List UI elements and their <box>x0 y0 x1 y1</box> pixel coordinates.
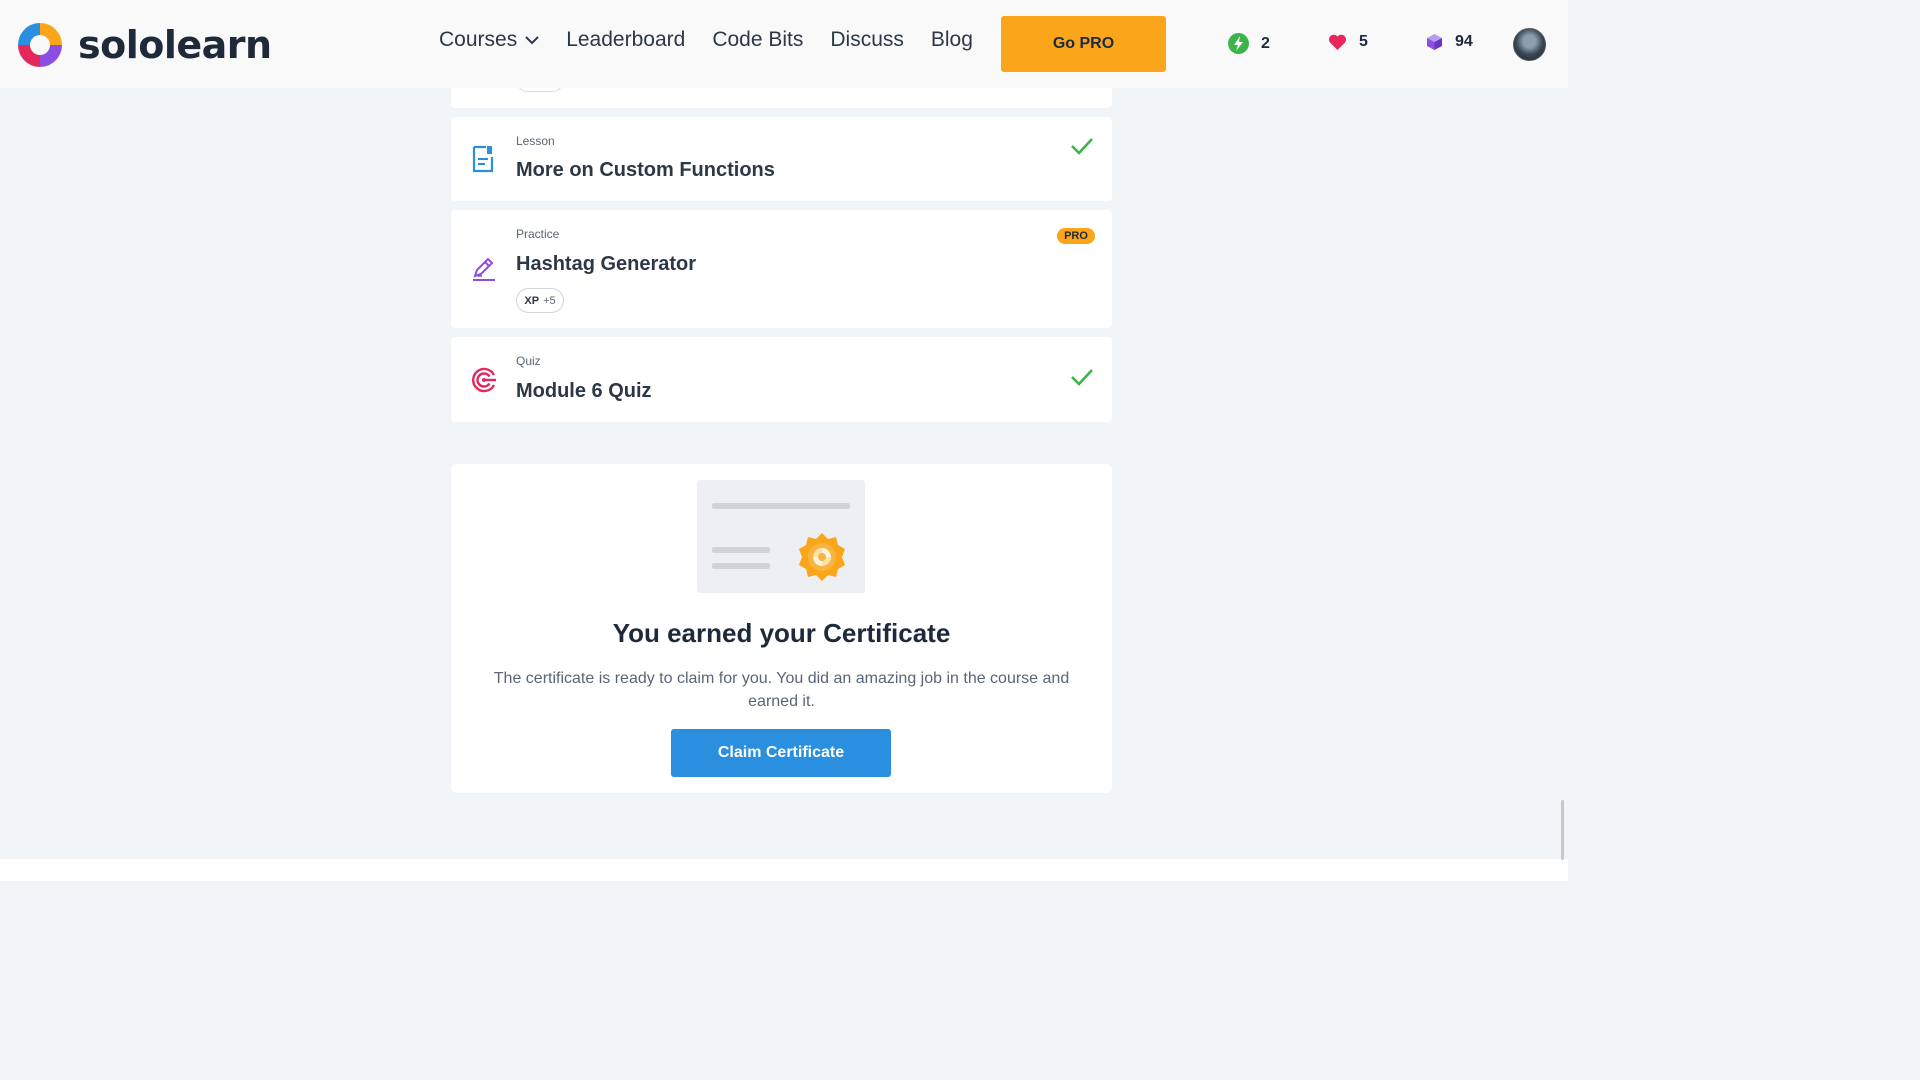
lesson-document-icon <box>472 145 494 173</box>
nav-discuss[interactable]: Discuss <box>830 28 904 52</box>
quiz-item[interactable]: Quiz Module 6 Quiz <box>451 337 1112 422</box>
item-title: Module 6 Quiz <box>516 380 652 402</box>
certificate-card: You earned your Certificate The certific… <box>451 464 1112 793</box>
logo-wordmark: sololearn <box>78 23 272 67</box>
hearts-value: 5 <box>1359 33 1368 50</box>
certificate-icon <box>697 480 865 593</box>
item-kind-label: Lesson <box>516 134 555 148</box>
scrollbar-thumb[interactable] <box>1561 800 1564 860</box>
item-title: More on Custom Functions <box>516 159 775 181</box>
sololearn-logo[interactable]: sololearn <box>14 19 272 71</box>
checkmark-icon <box>1071 138 1093 155</box>
cube-icon <box>1427 34 1442 50</box>
item-kind-label: Quiz <box>516 354 541 368</box>
lesson-item[interactable]: Lesson More on Custom Functions <box>451 117 1112 201</box>
bits-counter[interactable]: 94 <box>1426 33 1473 51</box>
nav-blog[interactable]: Blog <box>931 28 973 52</box>
streak-counter[interactable]: 2 <box>1228 33 1270 54</box>
nav-leaderboard[interactable]: Leaderboard <box>566 28 685 52</box>
xp-label: XP <box>524 294 540 307</box>
chevron-down-icon <box>525 36 539 45</box>
claim-certificate-button[interactable]: Claim Certificate <box>671 729 891 777</box>
hearts-counter[interactable]: 5 <box>1328 33 1368 51</box>
nav-courses[interactable]: Courses <box>439 28 539 52</box>
xp-value: +5 <box>543 294 556 307</box>
lightning-icon <box>1228 33 1249 54</box>
nav-code-bits[interactable]: Code Bits <box>712 28 803 52</box>
go-pro-button[interactable]: Go PRO <box>1001 16 1166 72</box>
item-kind-label: Practice <box>516 227 560 241</box>
pro-badge: PRO <box>1057 228 1095 244</box>
pencil-icon <box>473 257 495 281</box>
avatar[interactable] <box>1513 28 1546 61</box>
certificate-title: You earned your Certificate <box>612 618 951 648</box>
heart-icon <box>1328 34 1347 50</box>
sololearn-logo-icon <box>18 23 62 67</box>
item-title: Hashtag Generator <box>516 253 697 275</box>
bits-value: 94 <box>1455 33 1473 50</box>
main-nav: Courses Leaderboard Code Bits Discuss Bl… <box>439 28 1000 52</box>
certificate-description: The certificate is ready to claim for yo… <box>493 670 1070 710</box>
nav-courses-label: Courses <box>439 28 518 51</box>
practice-item[interactable]: Practice Hashtag Generator PRO XP +5 <box>451 210 1112 328</box>
streak-value: 2 <box>1261 34 1270 52</box>
xp-pill: XP +5 <box>516 288 564 313</box>
footer-strip <box>0 859 1568 881</box>
top-navigation-bar: sololearn Courses Leaderboard Code Bits … <box>0 0 1568 88</box>
checkmark-icon <box>1071 369 1093 386</box>
target-icon <box>472 367 496 393</box>
